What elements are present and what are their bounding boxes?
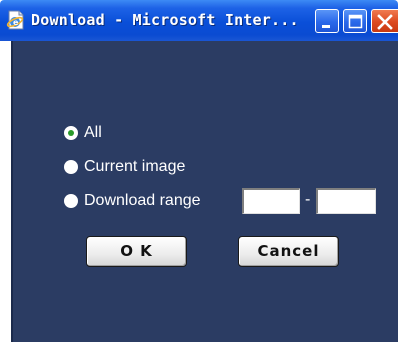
window-title: Download - Microsoft Inter...: [31, 11, 299, 29]
option-all[interactable]: All: [64, 123, 102, 143]
close-button[interactable]: [371, 9, 398, 33]
close-icon: [377, 14, 393, 30]
internet-explorer-page-icon: e: [6, 10, 24, 30]
range-to-input[interactable]: [316, 188, 376, 214]
range-from-input[interactable]: [242, 188, 300, 214]
current-image-radio[interactable]: [64, 160, 78, 174]
option-current-image[interactable]: Current image: [64, 157, 185, 177]
download-window: e Download - Microsoft Inter... All Curr…: [0, 0, 398, 342]
option-download-range[interactable]: Download range: [64, 191, 201, 211]
download-range-label: Download range: [84, 192, 201, 209]
all-label: All: [84, 124, 102, 141]
maximize-icon: [348, 14, 363, 29]
radio-selected-dot: [68, 130, 74, 136]
current-image-label: Current image: [84, 158, 186, 175]
maximize-button[interactable]: [343, 9, 367, 33]
ok-button[interactable]: O K: [86, 236, 187, 267]
minimize-icon: [322, 25, 330, 28]
cancel-button[interactable]: Cancel: [238, 236, 339, 267]
title-bar[interactable]: e Download - Microsoft Inter...: [0, 0, 398, 41]
range-separator: -: [305, 191, 311, 208]
download-range-radio[interactable]: [64, 194, 78, 208]
svg-text:e: e: [13, 18, 19, 27]
minimize-button[interactable]: [315, 9, 339, 33]
all-radio[interactable]: [64, 126, 78, 140]
